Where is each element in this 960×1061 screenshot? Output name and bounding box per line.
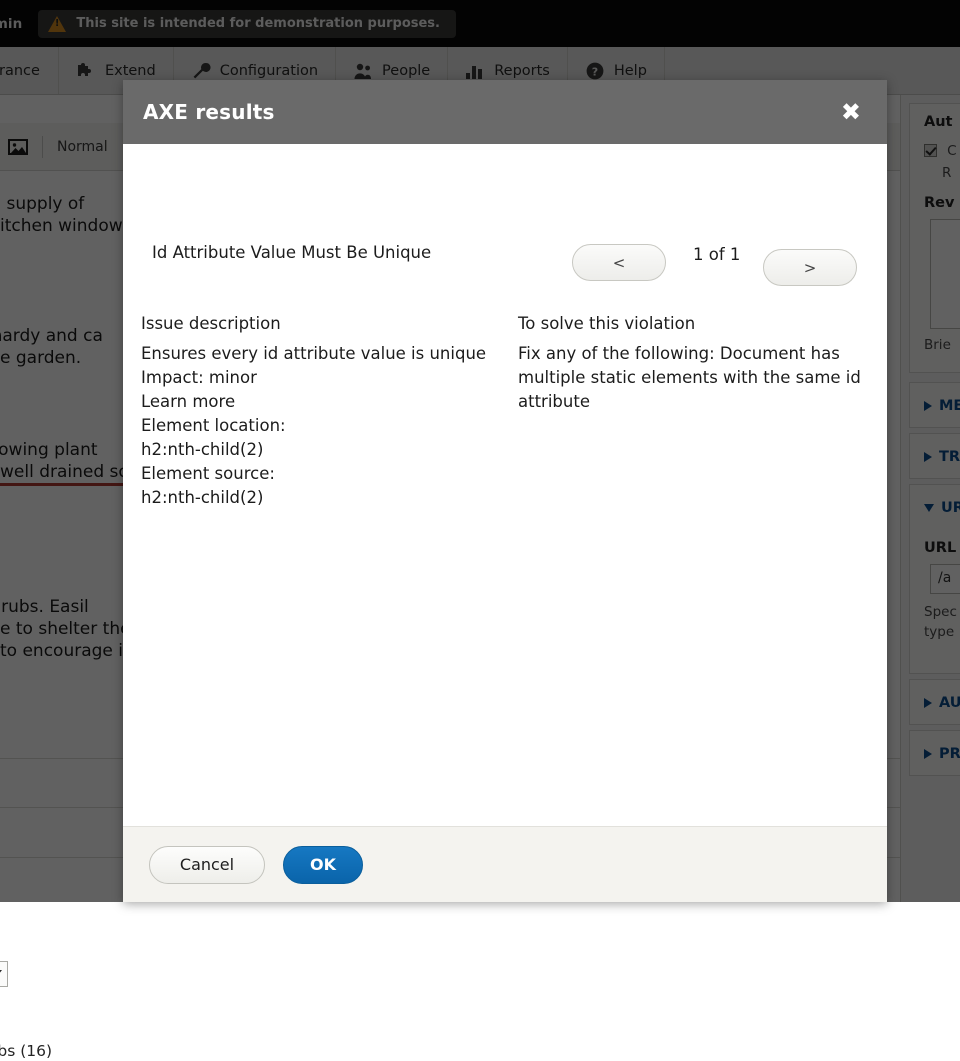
learn-more-link[interactable]: Learn more [141,390,501,414]
issue-impact: Impact: minor [141,366,501,390]
solution-heading: To solve this violation [518,312,863,336]
solution-text: Fix any of the following: Document has m… [518,342,863,414]
element-source-value: h2:nth-child(2) [141,486,501,510]
element-source-label: Element source: [141,462,501,486]
chevron-down-icon [0,970,2,978]
dialog-footer: Cancel OK [123,826,887,902]
dialog-body: Id Attribute Value Must Be Unique < 1 of… [123,144,887,826]
issue-solution-column: To solve this violation Fix any of the f… [518,312,863,414]
issue-description-text: Ensures every id attribute value is uniq… [141,342,501,366]
issue-title: Id Attribute Value Must Be Unique [152,243,431,262]
element-location-label: Element location: [141,414,501,438]
issue-detail-columns: Issue description Ensures every id attri… [123,312,887,826]
issue-description-heading: Issue description [141,312,501,336]
close-icon[interactable]: ✖ [835,98,867,126]
tags-field-value[interactable]: , Herbs (16) [0,1041,52,1061]
issue-counter: 1 of 1 [693,245,740,264]
previous-issue-button[interactable]: < [572,244,666,281]
issue-navigation-row: Id Attribute Value Must Be Unique < 1 of… [123,144,887,242]
dialog-title: AXE results [143,100,275,124]
axe-results-dialog: AXE results ✖ Id Attribute Value Must Be… [123,80,887,902]
element-location-value: h2:nth-child(2) [141,438,501,462]
cancel-button[interactable]: Cancel [149,846,265,884]
format-select[interactable] [0,961,8,987]
issue-description-column: Issue description Ensures every id attri… [141,312,501,510]
ok-button[interactable]: OK [283,846,363,884]
next-issue-button[interactable]: > [763,249,857,286]
dialog-header: AXE results ✖ [123,80,887,144]
